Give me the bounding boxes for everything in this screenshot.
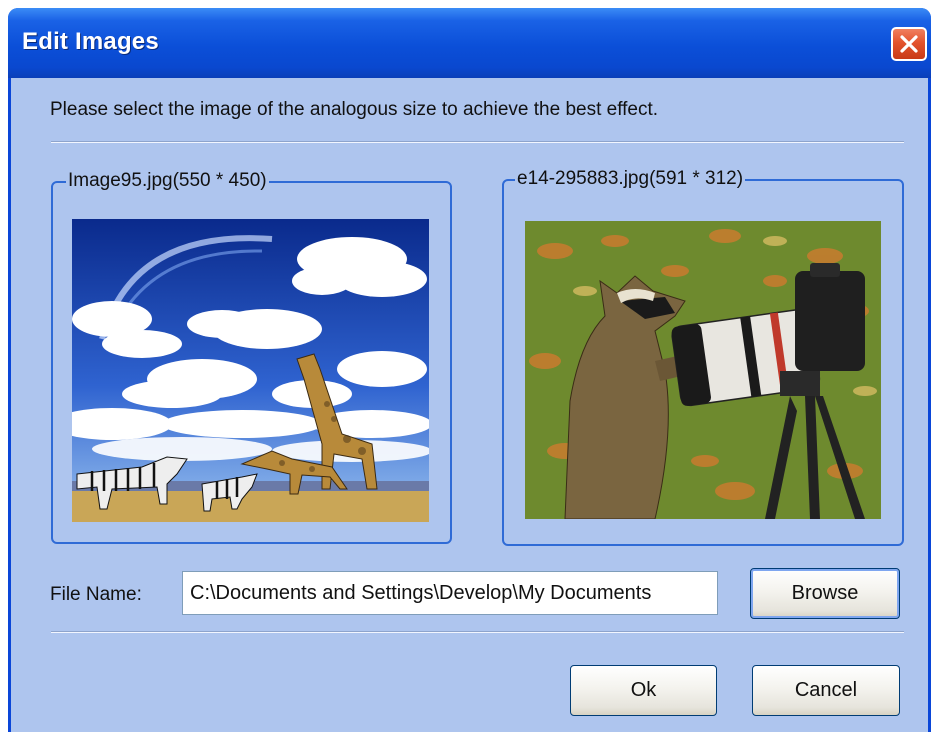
title-bar[interactable]: Edit Images: [8, 8, 931, 78]
close-button[interactable]: [891, 27, 927, 61]
raccoon-camera-photo: [525, 221, 881, 519]
right-image-group: e14-295883.jpg(591 * 312): [502, 168, 904, 546]
window-title: Edit Images: [22, 28, 159, 55]
left-image-preview[interactable]: [72, 219, 429, 522]
top-divider: [51, 141, 904, 143]
bottom-divider: [51, 631, 904, 633]
right-image-preview[interactable]: [525, 221, 881, 519]
edit-images-dialog: Edit Images Please select the image of t…: [8, 8, 931, 732]
ok-button[interactable]: Ok: [570, 665, 717, 716]
file-name-label: File Name:: [50, 584, 142, 605]
close-icon: [900, 35, 918, 53]
cancel-button[interactable]: Cancel: [752, 665, 900, 716]
giraffes-zebras-photo: [72, 219, 429, 522]
right-image-caption: e14-295883.jpg(591 * 312): [515, 168, 746, 190]
instruction-text: Please select the image of the analogous…: [50, 99, 659, 120]
left-image-group: Image95.jpg(550 * 450): [51, 170, 452, 544]
left-image-caption: Image95.jpg(550 * 450): [66, 170, 269, 192]
browse-button[interactable]: Browse: [750, 568, 900, 619]
file-name-input[interactable]: [182, 571, 718, 615]
dialog-body: Please select the image of the analogous…: [11, 78, 928, 732]
